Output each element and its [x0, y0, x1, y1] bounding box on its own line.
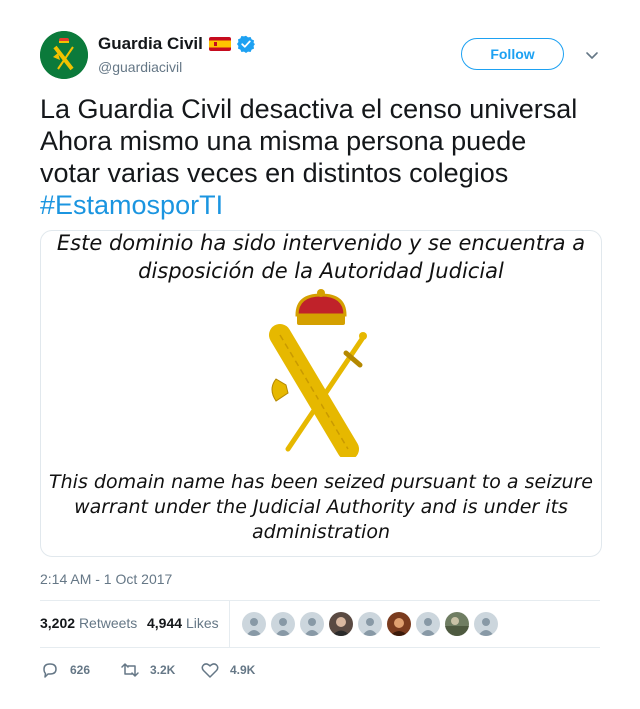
- default-avatar-icon: [478, 618, 494, 636]
- guardia-civil-emblem-icon: [269, 289, 367, 457]
- retweet-button[interactable]: 3.2K: [120, 660, 175, 680]
- liker-avatar[interactable]: [329, 612, 353, 636]
- author-name-row[interactable]: Guardia Civil: [98, 34, 255, 54]
- liker-avatars: [242, 612, 498, 636]
- stats-divider: [229, 601, 230, 647]
- reply-count: 626: [70, 663, 91, 677]
- default-avatar-icon: [362, 618, 378, 636]
- like-button[interactable]: 4.9K: [200, 660, 255, 680]
- reply-button[interactable]: 626: [40, 660, 90, 680]
- tweet-text: La Guardia Civil desactiva el censo univ…: [40, 93, 600, 221]
- default-avatar-icon: [246, 618, 262, 636]
- reply-icon: [43, 663, 57, 678]
- hashtag-link[interactable]: #EstamosporTI: [40, 189, 600, 221]
- default-avatar-icon: [420, 618, 436, 636]
- retweets-label: Retweets: [78, 615, 138, 631]
- like-count: 4.9K: [230, 663, 256, 677]
- retweets-count: 3,202: [40, 615, 76, 631]
- likes-label: Likes: [185, 615, 219, 631]
- follow-button[interactable]: Follow: [461, 38, 564, 70]
- engagement-stats: 3,202 Retweets 4,944 Likes: [40, 600, 600, 648]
- author-handle[interactable]: @guardiacivil: [98, 59, 182, 75]
- likes-count: 4,944: [147, 615, 183, 631]
- tweet-actions: 626 3.2K 4.9K: [40, 660, 600, 680]
- seizure-text-en-line: warrant under the Judicial Authority and…: [74, 496, 568, 518]
- retweets-stat[interactable]: 3,202 Retweets: [40, 615, 137, 631]
- spain-flag-icon: [208, 37, 231, 51]
- liker-avatar[interactable]: [271, 612, 295, 636]
- verified-badge-icon: [236, 35, 255, 53]
- retweet-count: 3.2K: [150, 663, 176, 677]
- seizure-text-es-line: Este dominio ha sido intervenido y se en…: [56, 231, 586, 255]
- seizure-text-es-line: disposición de la Autoridad Judicial: [138, 259, 504, 283]
- tweet-timestamp[interactable]: 2:14 AM - 1 Oct 2017: [40, 571, 172, 587]
- liker-avatar[interactable]: [358, 612, 382, 636]
- seizure-text-en-line: administration: [251, 521, 390, 543]
- liker-avatar[interactable]: [300, 612, 324, 636]
- guardia-civil-logo-icon: [40, 31, 88, 79]
- default-avatar-icon: [304, 618, 320, 636]
- retweet-icon: [121, 663, 139, 677]
- tweet-media-image[interactable]: Este dominio ha sido intervenido y se en…: [40, 230, 602, 557]
- profile-photo-icon: [390, 618, 408, 636]
- liker-avatar[interactable]: [242, 612, 266, 636]
- chevron-down-icon[interactable]: [584, 47, 600, 63]
- author-avatar[interactable]: [40, 31, 88, 79]
- tweet-line: La Guardia Civil desactiva el censo univ…: [40, 94, 578, 124]
- liker-avatar[interactable]: [416, 612, 440, 636]
- default-avatar-icon: [275, 618, 291, 636]
- liker-avatar[interactable]: [387, 612, 411, 636]
- liker-avatar[interactable]: [474, 612, 498, 636]
- tweet-line: votar varias veces en distintos colegios: [40, 158, 509, 188]
- author-name[interactable]: Guardia Civil: [98, 34, 203, 54]
- tweet-line: Ahora mismo una misma persona puede: [40, 126, 527, 156]
- liker-avatar[interactable]: [445, 612, 469, 636]
- profile-photo-icon: [332, 617, 350, 636]
- tweet-header: Guardia Civil @guardiacivil Follow: [40, 31, 600, 81]
- profile-photo-icon: [445, 617, 469, 636]
- heart-icon: [201, 663, 219, 678]
- likes-stat[interactable]: 4,944 Likes: [147, 615, 219, 631]
- seizure-text-en-line: This domain name has been seized pursuan…: [49, 471, 593, 493]
